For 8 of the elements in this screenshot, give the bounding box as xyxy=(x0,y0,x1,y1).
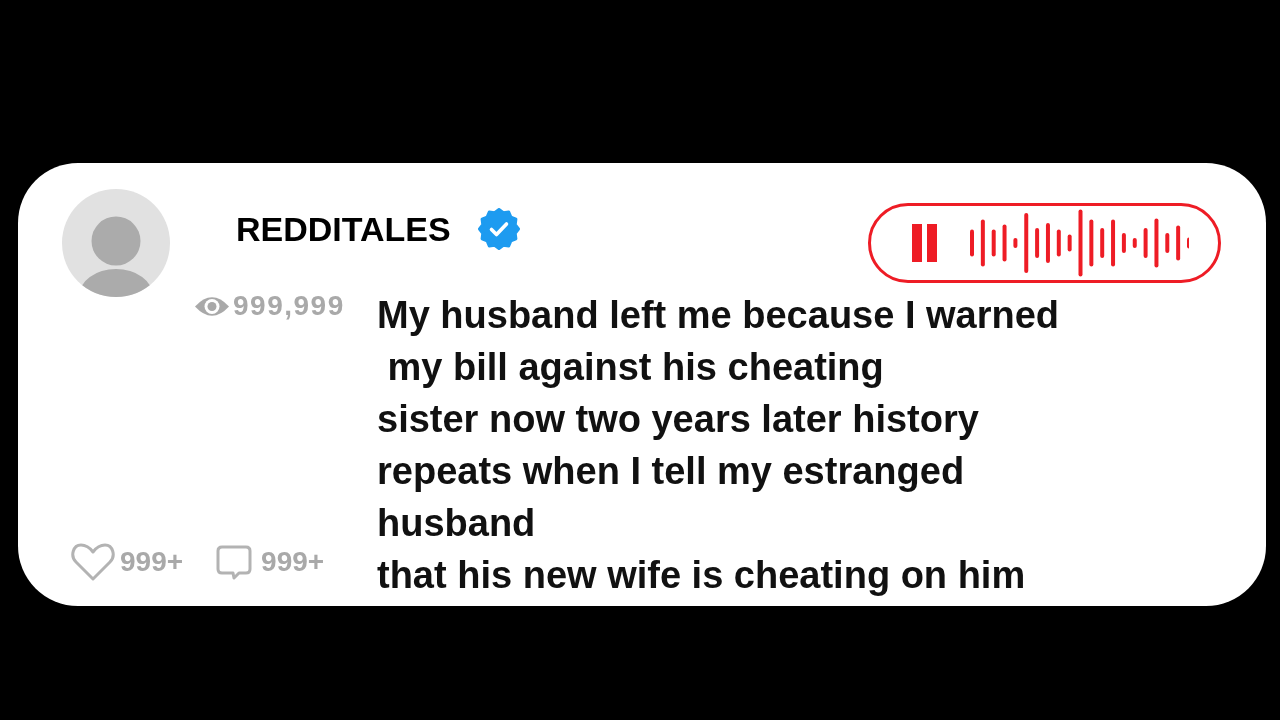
post-text: My husband left me because I warned my bill against his cheating sister now two years later history repeats when I tell my estranged husband that his new wife is cheating on him xyxy=(377,293,1060,598)
pause-icon[interactable] xyxy=(912,224,937,262)
comment-count: 999+ xyxy=(261,545,325,579)
avatar-icon xyxy=(62,189,170,297)
view-count: 999,999 xyxy=(233,289,345,323)
like-count: 999+ xyxy=(120,545,184,579)
username: REDDITALES xyxy=(236,209,451,249)
audio-player[interactable] xyxy=(868,203,1221,283)
